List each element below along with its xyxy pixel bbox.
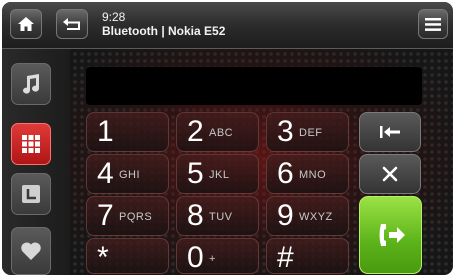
key-digit: * bbox=[97, 241, 109, 274]
key-star[interactable]: * bbox=[86, 238, 169, 274]
bluetooth-device-label: Bluetooth | Nokia E52 bbox=[102, 24, 226, 38]
key-5[interactable]: 5 JKL bbox=[176, 154, 259, 194]
key-8[interactable]: 8 TUV bbox=[176, 196, 259, 236]
status-area: 9:28 Bluetooth | Nokia E52 bbox=[102, 11, 225, 39]
key-letters: TUV bbox=[209, 211, 233, 223]
hamburger-menu-icon bbox=[425, 17, 441, 31]
key-letters: WXYZ bbox=[299, 211, 333, 223]
backspace-button[interactable] bbox=[359, 112, 421, 152]
favorites-icon bbox=[21, 242, 41, 260]
key-9[interactable]: 9 WXYZ bbox=[266, 196, 349, 236]
back-button[interactable] bbox=[56, 9, 88, 39]
number-display bbox=[86, 67, 422, 105]
clear-button[interactable] bbox=[359, 154, 421, 194]
key-letters: JKL bbox=[209, 169, 230, 181]
sidebar bbox=[2, 49, 70, 275]
home-icon bbox=[18, 17, 34, 31]
key-hash[interactable]: # bbox=[266, 238, 349, 274]
sidebar-item-music[interactable] bbox=[11, 63, 51, 105]
key-letters: ABC bbox=[209, 127, 234, 139]
key-0[interactable]: 0 + bbox=[176, 238, 259, 274]
key-digit: 6 bbox=[277, 157, 294, 190]
sidebar-item-contacts[interactable] bbox=[11, 173, 51, 215]
key-3[interactable]: 3 DEF bbox=[266, 112, 349, 152]
call-icon bbox=[379, 224, 405, 246]
sidebar-item-favorites[interactable] bbox=[11, 227, 51, 275]
key-letters: PQRS bbox=[119, 211, 153, 223]
key-4[interactable]: 4 GHI bbox=[86, 154, 169, 194]
key-digit: 7 bbox=[97, 199, 114, 232]
key-digit: 8 bbox=[187, 199, 204, 232]
key-digit: 4 bbox=[97, 157, 114, 190]
key-7[interactable]: 7 PQRS bbox=[86, 196, 169, 236]
key-digit: # bbox=[277, 241, 294, 274]
key-digit: 1 bbox=[97, 115, 114, 148]
key-letters: DEF bbox=[299, 127, 323, 139]
key-letters: GHI bbox=[119, 169, 141, 181]
key-letters: MNO bbox=[299, 169, 327, 181]
key-2[interactable]: 2 ABC bbox=[176, 112, 259, 152]
key-letters: + bbox=[209, 253, 216, 265]
key-digit: 9 bbox=[277, 199, 294, 232]
sidebar-item-dialpad[interactable] bbox=[11, 123, 51, 165]
top-bar: 9:28 Bluetooth | Nokia E52 bbox=[2, 2, 453, 49]
key-digit: 0 bbox=[187, 241, 204, 274]
music-icon bbox=[23, 74, 40, 94]
dialpad-icon bbox=[22, 135, 40, 153]
clock-time: 9:28 bbox=[102, 10, 126, 24]
call-button[interactable] bbox=[359, 196, 422, 274]
phone-dialer-screen: 9:28 Bluetooth | Nokia E52 1 2 ABC 3 DEF… bbox=[2, 2, 453, 275]
key-digit: 3 bbox=[277, 115, 294, 148]
key-digit: 5 bbox=[187, 157, 204, 190]
key-1[interactable]: 1 bbox=[86, 112, 169, 152]
key-digit: 2 bbox=[187, 115, 204, 148]
clear-x-icon bbox=[382, 166, 398, 182]
menu-button[interactable] bbox=[418, 9, 448, 39]
home-button[interactable] bbox=[10, 9, 42, 39]
contacts-icon bbox=[22, 185, 40, 203]
back-arrow-icon bbox=[63, 18, 80, 30]
key-6[interactable]: 6 MNO bbox=[266, 154, 349, 194]
backspace-icon bbox=[380, 126, 400, 138]
